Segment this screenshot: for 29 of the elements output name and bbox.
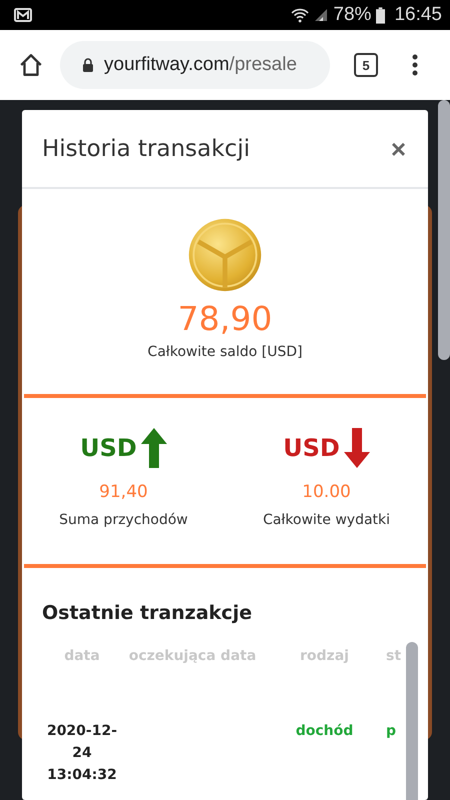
up-arrow-icon [140,428,167,468]
table-cell-text: 2020-12-24 13:04:32 [46,722,118,785]
section-title: Ostatnie tranzakcje [42,602,253,624]
wifi-icon [291,7,310,23]
lock-icon [82,58,94,72]
coin-icon [187,217,263,293]
amount-label: Suma przychodów [59,512,188,528]
signal-icon [314,8,328,22]
table-cell-text: dochód [294,722,354,741]
down-arrow-icon [344,428,370,468]
address-bar[interactable]: yourfitway.com/presale [60,41,330,89]
table-cell-text: p [386,722,398,741]
currency-label: USD [80,434,137,462]
balance-amount: 78,90 [178,299,272,338]
balance-label: Całkowite saldo [USD] [148,344,302,360]
tab-count-button[interactable]: 5 [354,53,378,77]
home-icon[interactable] [18,52,44,78]
mail-icon [14,8,32,22]
battery-icon [376,6,386,24]
clock: 16:45 [394,4,442,26]
amount-value: 10.00 [302,482,351,502]
amount-label: Całkowite wydatki [262,512,390,528]
battery-percent: 78% [333,4,372,26]
close-button[interactable]: × [390,136,406,162]
url-text: yourfitway.com/presale [104,54,297,76]
modal-title: Historia transakcji [42,136,250,162]
currency-label: USD [283,434,340,462]
amount-value: 91,40 [99,482,148,502]
menu-icon[interactable] [412,53,418,77]
